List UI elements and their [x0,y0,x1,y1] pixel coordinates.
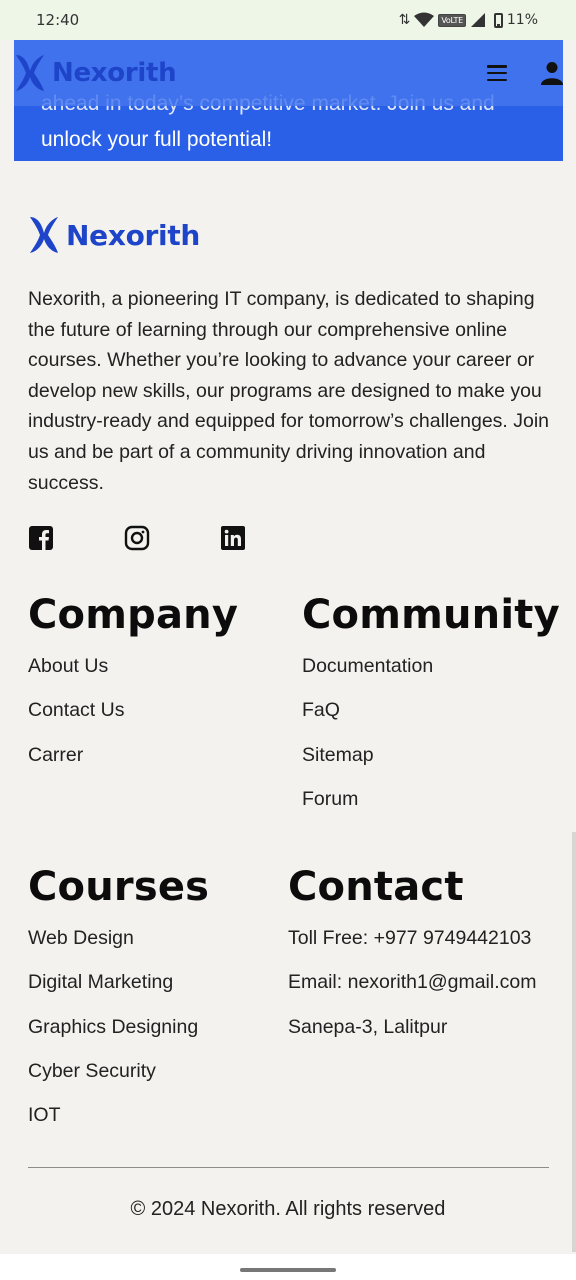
contact-phone[interactable]: Toll Free: +977 9749442103 [288,926,536,950]
contact-email[interactable]: Email: nexorith1@gmail.com [288,970,536,994]
footer-link-sitemap[interactable]: Sitemap [302,743,560,767]
footer-link-graphics-designing[interactable]: Graphics Designing [28,1015,209,1039]
data-arrows-icon: ⇅ [398,12,411,28]
footer-link-carrer[interactable]: Carrer [28,743,238,767]
facebook-icon[interactable] [28,525,54,551]
system-navigation-bar [0,1254,576,1280]
social-links [28,525,246,551]
wifi-icon [414,12,435,27]
footer-link-web-design[interactable]: Web Design [28,926,209,950]
battery-icon [493,12,503,28]
footer-link-cyber-security[interactable]: Cyber Security [28,1059,209,1083]
status-bar: 12:40 ⇅ VoLTE 11% [0,0,576,40]
copyright-text: © 2024 Nexorith. All rights reserved [130,1198,446,1220]
footer-divider [28,1167,549,1168]
about-text: Nexorith, a pioneering IT company, is de… [28,288,550,494]
signal-icon [470,13,485,27]
courses-section: Courses Web Design Digital Marketing Gra… [28,864,209,1147]
nav-brand-name: Nexorith [52,58,177,88]
user-icon[interactable] [541,61,563,85]
company-section: Company About Us Contact Us Carrer [28,592,238,787]
status-icons: ⇅ VoLTE 11% [399,12,538,28]
footer-logo[interactable]: Nexorith [28,214,200,256]
hero-text: unlock your full potential! [41,128,273,151]
courses-title: Courses [28,864,210,910]
navbar: Nexorith [14,40,563,106]
footer-link-digital-marketing[interactable]: Digital Marketing [28,970,209,994]
footer-link-faq[interactable]: FaQ [302,698,560,722]
contact-title: Contact [288,864,464,910]
linkedin-icon[interactable] [220,525,246,551]
company-title: Company [28,592,239,638]
nexorith-logo-icon [16,55,44,91]
community-section: Community Documentation FaQ Sitemap Foru… [302,592,560,831]
home-indicator[interactable] [240,1268,336,1272]
footer-brand-name: Nexorith [66,218,201,252]
contact-section: Contact Toll Free: +977 9749442103 Email… [288,864,536,1059]
nav-logo[interactable]: Nexorith [14,53,177,93]
community-title: Community [302,592,560,638]
footer-link-iot[interactable]: IOT [28,1103,209,1127]
contact-address: Sanepa-3, Lalitpur [288,1015,448,1038]
footer-link-documentation[interactable]: Documentation [302,654,560,678]
footer-link-about-us[interactable]: About Us [28,654,238,678]
hamburger-menu-icon[interactable] [487,65,507,81]
volte-badge: VoLTE [438,13,466,27]
instagram-icon[interactable] [124,525,150,551]
footer-link-forum[interactable]: Forum [302,787,560,811]
battery-level: 11% [506,12,538,28]
page-scrollbar[interactable] [572,832,576,1252]
nexorith-logo-icon [30,217,58,253]
status-time: 12:40 [36,11,80,29]
footer-link-contact-us[interactable]: Contact Us [28,698,238,722]
